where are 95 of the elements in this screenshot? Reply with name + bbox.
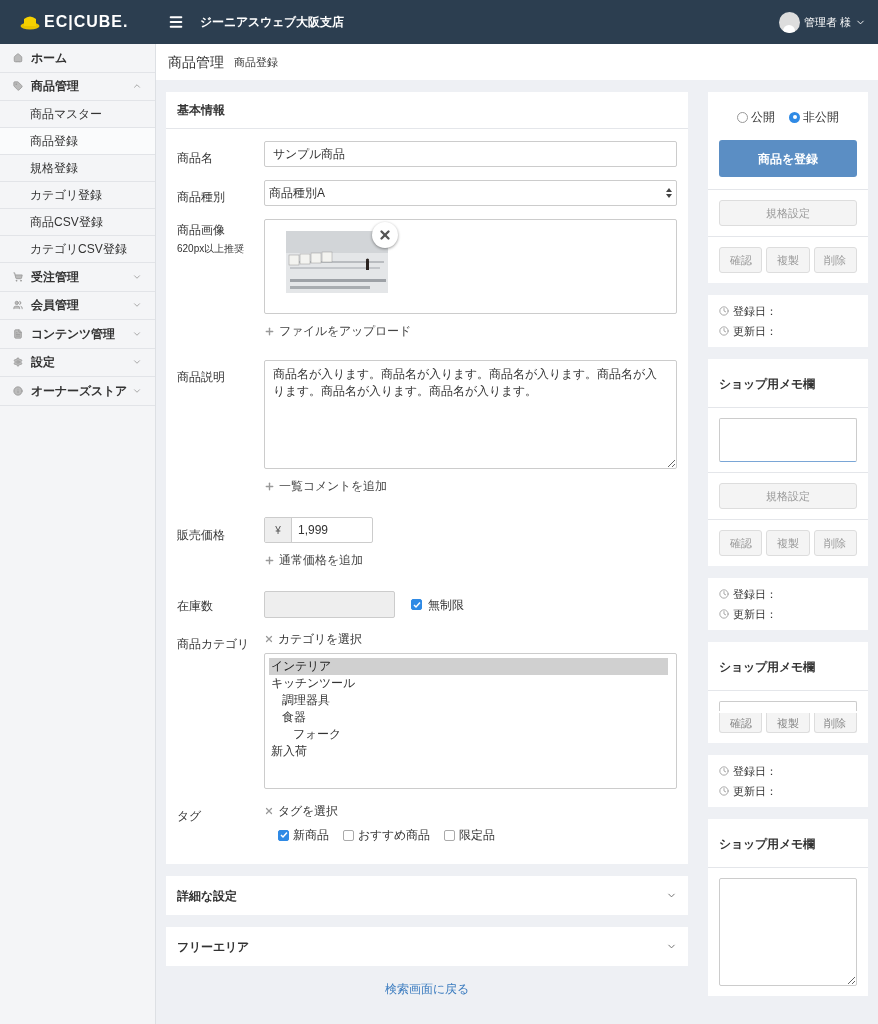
price-field[interactable]: ¥ 1,999 bbox=[264, 517, 373, 543]
sidebar-subitem[interactable]: 商品登録 bbox=[0, 128, 155, 155]
type-select[interactable]: 商品種別A bbox=[264, 180, 677, 206]
clock-icon bbox=[719, 325, 729, 336]
remove-button[interactable] bbox=[372, 222, 398, 248]
panel-title: ショップ用メモ欄 bbox=[719, 660, 815, 674]
date-label: 更新日： bbox=[733, 783, 777, 799]
plus-icon bbox=[264, 554, 275, 566]
category-option[interactable]: フォーク bbox=[269, 726, 668, 743]
users-icon bbox=[13, 300, 23, 311]
image-note: 620px以上推奨 bbox=[177, 242, 246, 256]
sidebar-item[interactable]: 会員管理 bbox=[0, 291, 155, 320]
field-label: 商品画像 bbox=[177, 222, 226, 239]
sidebar-subitem[interactable]: カテゴリCSV登録 bbox=[0, 236, 155, 263]
sidebar-item[interactable]: コンテンツ管理 bbox=[0, 320, 155, 349]
checkbox[interactable] bbox=[411, 599, 422, 610]
category-select-link[interactable]: カテゴリを選択 bbox=[278, 630, 362, 648]
close-icon bbox=[264, 634, 274, 644]
panel-title: ショップ用メモ欄 bbox=[719, 377, 815, 391]
field-label: 商品名 bbox=[177, 151, 213, 165]
radio-label: 非公開 bbox=[803, 109, 839, 126]
category-list[interactable]: インテリア キッチンツール 調理器具 食器 フォーク 新入荷 bbox=[264, 653, 677, 789]
field-label: 販売価格 bbox=[177, 528, 225, 542]
info-icon bbox=[13, 385, 23, 396]
currency-addon: ¥ bbox=[265, 518, 292, 542]
gear-icon bbox=[13, 357, 23, 368]
add-link[interactable]: 一覧コメントを追加 bbox=[279, 477, 387, 495]
field-label: 商品種別 bbox=[177, 190, 225, 204]
close-icon bbox=[378, 228, 392, 242]
clock-icon bbox=[719, 589, 729, 600]
collapsible-section[interactable]: 詳細な設定 bbox=[166, 876, 688, 915]
menu-icon[interactable] bbox=[168, 14, 184, 30]
category-option[interactable]: インテリア bbox=[269, 658, 668, 675]
logo-text: EC|CUBE. bbox=[44, 12, 129, 32]
category-option[interactable]: 調理器具 bbox=[269, 692, 668, 709]
radio-button[interactable] bbox=[737, 111, 748, 123]
panel-title: ショップ用メモ欄 bbox=[719, 837, 815, 851]
tag-select-link[interactable]: タグを選択 bbox=[278, 802, 338, 820]
sidebar-subitem[interactable]: カテゴリ登録 bbox=[0, 182, 155, 209]
collapsible-section[interactable]: フリーエリア bbox=[166, 927, 688, 966]
field-label: 在庫数 bbox=[177, 598, 213, 613]
page-title: 商品管理 bbox=[168, 52, 224, 72]
card-title: 基本情報 bbox=[177, 102, 225, 119]
checkbox[interactable] bbox=[278, 829, 289, 841]
page-subtitle: 商品登録 bbox=[234, 54, 278, 70]
memo-field[interactable] bbox=[719, 878, 857, 986]
sidebar-item[interactable]: オーナーズストア bbox=[0, 377, 155, 406]
logo-icon bbox=[20, 14, 40, 30]
avatar-icon[interactable] bbox=[778, 11, 800, 33]
field-label: タグ bbox=[177, 809, 201, 823]
checkbox-label: 無制限 bbox=[428, 596, 464, 614]
date-label: 登録日： bbox=[733, 587, 777, 602]
checkbox[interactable] bbox=[444, 829, 455, 841]
radio-label: 公開 bbox=[751, 109, 775, 126]
clock-icon bbox=[719, 766, 729, 777]
name-field[interactable]: サンプル商品 bbox=[264, 141, 677, 167]
clock-icon bbox=[719, 785, 729, 796]
checkbox-label: 新商品 bbox=[293, 827, 329, 844]
shop-name: ジーニアスウェブ大阪支店 bbox=[200, 14, 344, 31]
field-label: 商品カテゴリ bbox=[177, 637, 249, 651]
close-icon bbox=[264, 806, 274, 816]
user-name[interactable]: 管理者 様 bbox=[803, 13, 851, 31]
clock-icon bbox=[719, 608, 729, 619]
cart-icon bbox=[13, 271, 23, 282]
home-icon bbox=[13, 52, 23, 63]
add-link[interactable]: 通常価格を追加 bbox=[279, 551, 363, 569]
sidebar-subitem[interactable]: 規格登録 bbox=[0, 155, 155, 182]
back-link[interactable]: 検索画面に戻る bbox=[385, 980, 469, 998]
category-option[interactable]: 食器 bbox=[269, 709, 668, 726]
sidebar-item[interactable]: ホーム bbox=[0, 44, 155, 73]
add-link[interactable]: ファイルをアップロード bbox=[279, 322, 411, 340]
description-field[interactable]: 商品名が入ります。商品名が入ります。商品名が入ります。商品名が入ります。商品名が入ります。商品名が入ります。 bbox=[264, 360, 677, 469]
sort-icon bbox=[666, 188, 672, 198]
memo-field[interactable] bbox=[719, 701, 857, 711]
sidebar-item[interactable]: 商品管理 bbox=[0, 72, 155, 101]
plus-icon bbox=[264, 325, 275, 337]
sidebar-item[interactable]: 受注管理 bbox=[0, 263, 155, 292]
checkbox-label: おすすめ商品 bbox=[358, 827, 430, 844]
memo-field[interactable] bbox=[719, 418, 857, 462]
checkbox-label: 限定品 bbox=[459, 827, 495, 844]
date-label: 登録日： bbox=[733, 304, 777, 319]
radio-button[interactable] bbox=[789, 111, 800, 123]
plus-icon bbox=[264, 480, 275, 492]
category-option[interactable]: 新入荷 bbox=[269, 743, 668, 760]
date-label: 更新日： bbox=[733, 606, 777, 622]
category-option[interactable]: キッチンツール bbox=[269, 675, 668, 692]
date-label: 更新日： bbox=[733, 323, 777, 339]
tag-icon bbox=[13, 81, 23, 92]
sidebar-subitem[interactable]: 商品CSV登録 bbox=[0, 209, 155, 236]
field-label: 商品説明 bbox=[177, 370, 225, 384]
document-icon bbox=[13, 328, 23, 339]
date-label: 登録日： bbox=[733, 764, 777, 779]
checkbox[interactable] bbox=[343, 829, 354, 841]
sidebar-item[interactable]: 設定 bbox=[0, 348, 155, 377]
clock-icon bbox=[719, 306, 729, 317]
